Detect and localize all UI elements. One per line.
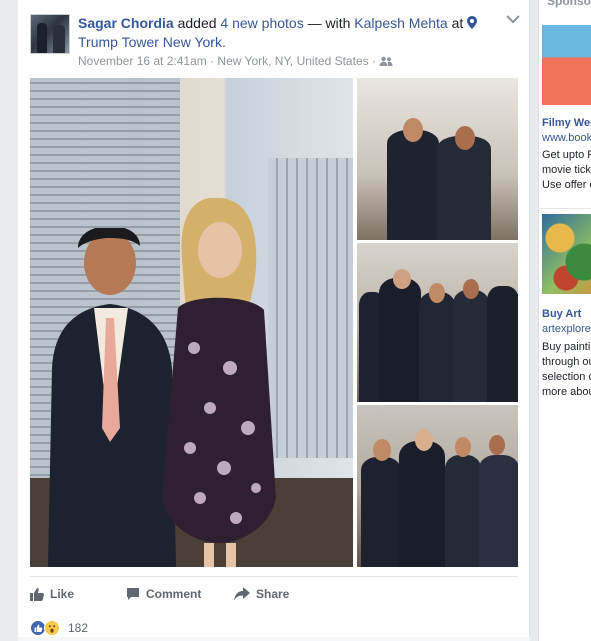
ad-2-title[interactable]: Buy Art xyxy=(542,308,581,320)
post-header: Sagar Chordia added 4 new photos — with … xyxy=(30,6,520,70)
author-avatar[interactable] xyxy=(30,14,70,54)
reactions-summary[interactable]: 182 xyxy=(30,618,88,638)
friends-audience-icon[interactable] xyxy=(379,56,393,66)
like-button[interactable]: Like xyxy=(30,587,74,601)
photos-link[interactable]: 4 new photos xyxy=(220,15,303,31)
reaction-count: 182 xyxy=(68,621,89,635)
comment-button[interactable]: Comment xyxy=(126,587,201,601)
ad-1-body-line: Get upto F xyxy=(542,149,591,161)
ad-1-url[interactable]: www.book xyxy=(542,132,591,144)
wow-reaction-icon xyxy=(44,620,60,636)
share-label: Share xyxy=(256,587,290,601)
photo-4-figure-2 xyxy=(399,441,445,567)
photo-3-figure-5 xyxy=(487,286,518,402)
ad-2-body-line: through ou xyxy=(542,356,591,368)
at-text: at xyxy=(447,15,468,31)
post-meta: November 16 at 2:41am · New York, NY, Un… xyxy=(78,54,393,68)
photo-3-figure-4 xyxy=(453,290,489,402)
ad-2-body: Buy painti through ou selection c more a… xyxy=(542,340,591,400)
photo-man-figure xyxy=(48,228,176,567)
share-arrow-icon xyxy=(234,587,250,601)
photo-4-head-2 xyxy=(415,429,433,451)
post-action-bar: Like Comment Share xyxy=(30,576,518,610)
with-text: — with xyxy=(303,15,355,31)
photo-4-head-3 xyxy=(455,437,471,457)
photo-3[interactable] xyxy=(357,243,518,402)
right-sidebar: Sponsore Filmy Wee www.book Get upto F m… xyxy=(530,0,591,641)
photo-3-figure-3 xyxy=(419,292,455,402)
action-text: added xyxy=(173,15,221,31)
meta-separator: · xyxy=(206,54,218,68)
ad-2-body-line: Buy painti xyxy=(542,341,591,353)
photo-4-figure-1 xyxy=(361,457,401,567)
photo-2-head-left xyxy=(403,118,423,142)
photo-window-building xyxy=(268,158,353,458)
author-name-link[interactable]: Sagar Chordia xyxy=(78,15,174,31)
photo-2-figure-left xyxy=(387,130,439,240)
photo-2-figure-right xyxy=(437,136,491,240)
photo-4-head-1 xyxy=(373,439,391,461)
ad-1-body: Get upto F movie tick Use offer c xyxy=(542,148,591,193)
photo-3-head-2 xyxy=(393,269,411,289)
ad-2-image[interactable] xyxy=(542,214,591,294)
photo-4-figure-3 xyxy=(445,455,481,567)
ad-1-body-line: movie tick xyxy=(542,164,591,176)
ad-2-body-line: selection c xyxy=(542,371,591,383)
photo-3-head-4 xyxy=(463,279,479,299)
ad-1-title[interactable]: Filmy Wee xyxy=(542,117,591,129)
share-button[interactable]: Share xyxy=(234,587,289,601)
photo-4[interactable] xyxy=(357,405,518,567)
ad-divider xyxy=(539,208,591,209)
location-pin-icon xyxy=(467,16,478,29)
like-thumb-icon xyxy=(30,588,44,601)
chevron-down-icon[interactable] xyxy=(506,14,520,24)
comment-label: Comment xyxy=(146,587,202,601)
location-link[interactable]: Trump Tower New York. xyxy=(78,34,226,50)
like-label: Like xyxy=(50,587,75,601)
photo-3-figure-2 xyxy=(379,278,421,402)
photo-woman-figure xyxy=(162,198,276,567)
photo-grid xyxy=(30,78,518,567)
photo-4-figure-4 xyxy=(479,455,518,567)
tagged-person-link[interactable]: Kalpesh Mehta xyxy=(354,15,447,31)
feed-post: Sagar Chordia added 4 new photos — with … xyxy=(18,0,530,641)
photo-2-head-right xyxy=(455,126,475,150)
photo-3-head-3 xyxy=(429,283,445,303)
sponsored-heading: Sponsore xyxy=(547,0,591,8)
ad-2-url[interactable]: artexplore xyxy=(542,323,591,335)
place-text[interactable]: New York, NY, United States xyxy=(217,54,368,68)
photo-2[interactable] xyxy=(357,78,518,240)
ad-2-body-line: more abou xyxy=(542,386,591,398)
sponsored-panel: Sponsore Filmy Wee www.book Get upto F m… xyxy=(538,0,591,641)
comment-icon xyxy=(127,588,139,600)
photo-4-head-4 xyxy=(489,435,505,455)
ad-1-body-line: Use offer c xyxy=(542,179,591,191)
ad-1-image[interactable] xyxy=(542,25,591,105)
meta-separator-2: · xyxy=(368,54,380,68)
photo-main[interactable] xyxy=(30,78,353,567)
timestamp-link[interactable]: November 16 at 2:41am xyxy=(78,54,207,68)
page: Sagar Chordia added 4 new photos — with … xyxy=(0,0,591,641)
post-headline: Sagar Chordia added 4 new photos — with … xyxy=(78,14,498,52)
post-bottom-divider xyxy=(18,637,530,641)
